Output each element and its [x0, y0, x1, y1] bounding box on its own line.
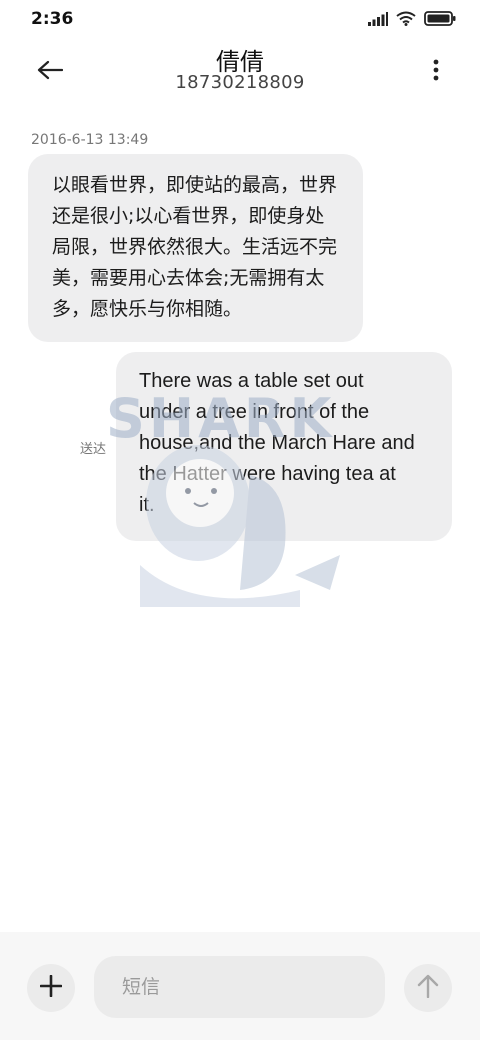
message-line: There was a table set out	[139, 370, 364, 392]
message-line: it.	[139, 494, 155, 516]
more-vertical-icon	[433, 59, 439, 85]
message-composer	[0, 932, 480, 1040]
status-time: 2:36	[31, 9, 74, 29]
message-line: 多，愿快乐与你相随。	[52, 298, 243, 320]
more-options-button[interactable]	[426, 54, 446, 90]
conversation-header: 倩倩 18730218809	[0, 40, 480, 104]
incoming-message-bubble[interactable]: 以眼看世界，即使站的最高，世界 还是很小;以心看世界，即使身处 局限，世界依然很…	[28, 154, 363, 342]
message-line: 美，需要用心去体会;无需拥有太	[52, 267, 325, 289]
message-line: under a tree in front of the	[139, 401, 370, 423]
send-arrow-up-icon	[417, 974, 439, 1002]
message-line: 以眼看世界，即使站的最高，世界	[52, 174, 338, 196]
message-line: house,and the March Hare and	[139, 432, 415, 454]
battery-icon	[424, 11, 456, 30]
wifi-icon	[396, 11, 416, 30]
message-timestamp: 2016-6-13 13:49	[31, 132, 149, 148]
contact-number: 18730218809	[175, 72, 305, 93]
message-line: 局限，世界依然很大。生活远不完	[52, 236, 338, 258]
delivered-status: 送达	[80, 442, 107, 457]
message-line: the Hatter were having tea at	[139, 463, 396, 485]
send-button[interactable]	[404, 964, 452, 1012]
signal-icon	[368, 11, 388, 30]
attach-button[interactable]	[27, 964, 75, 1012]
outgoing-message-bubble[interactable]: There was a table set out under a tree i…	[116, 352, 452, 541]
message-line: 还是很小;以心看世界，即使身处	[52, 205, 325, 227]
status-icons	[368, 11, 456, 30]
plus-icon	[39, 974, 63, 1001]
status-bar: 2:36	[0, 0, 480, 40]
message-input[interactable]	[94, 956, 385, 1018]
